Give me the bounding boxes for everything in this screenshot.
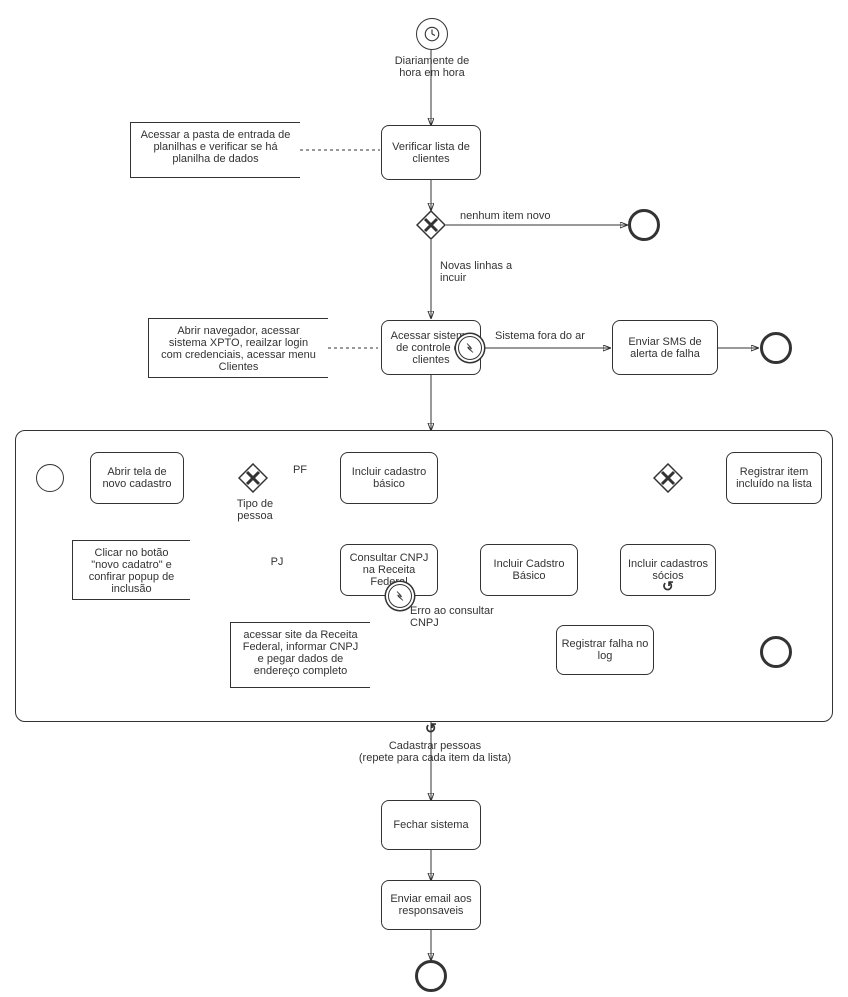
annotation-verificar: Acessar a pasta de entrada de planilhas … [130, 122, 300, 178]
end-event-2 [760, 332, 792, 364]
end-event-final [415, 960, 447, 992]
end-event-1 [628, 209, 660, 241]
label-novas-linhas: Novas linhas a incuir [440, 260, 530, 284]
boundary-event-sistema [458, 336, 482, 360]
timer-start-event [416, 18, 448, 50]
task-fechar: Fechar sistema [381, 800, 481, 850]
label-sistema-fora: Sistema fora do ar [495, 330, 585, 342]
label-tipo-pessoa: Tipo de pessoa [225, 498, 285, 522]
task-consultar: Consultar CNPJ na Receita Federal [340, 544, 438, 596]
bpmn-canvas: Diariamente de hora em hora Acessar a pa… [0, 0, 848, 997]
subprocess-label-text: Cadastrar pessoas (repete para cada item… [359, 740, 511, 764]
task-falha: Registrar falha no log [556, 625, 654, 675]
boundary-event-cnpj [388, 584, 412, 608]
annotation-acessar: Abrir navegador, acessar sistema XPTO, r… [148, 318, 328, 378]
task-abrir: Abrir tela de novo cadastro [90, 452, 184, 504]
gateway-1 [416, 210, 446, 240]
loop-icon: ↺ [662, 578, 674, 595]
task-verificar: Verificar lista de clientes [381, 125, 481, 180]
task-incluir-pf: Incluir cadastro básico [340, 452, 438, 504]
annotation-abrir: Clicar no botão "novo cadatro" e confira… [72, 540, 190, 600]
label-erro-cnpj: Erro ao consultar CNPJ [410, 605, 510, 629]
task-incluir-pj: Incluir Cadstro Básico [480, 544, 578, 596]
annotation-consultar: acessar site da Receita Federal, informa… [230, 622, 370, 688]
start-label: Diariamente de hora em hora [392, 55, 472, 79]
label-pj: PJ [262, 556, 292, 568]
subprocess-label: Cadastrar pessoas (repete para cada item… [340, 740, 530, 764]
task-sms: Enviar SMS de alerta de falha [612, 320, 718, 375]
task-registrar: Registrar item incluído na lista [726, 452, 822, 504]
sp-end-event [760, 636, 792, 668]
sp-start-event [36, 464, 64, 492]
task-email: Enviar email aos responsaveis [381, 880, 481, 930]
gateway-merge [653, 463, 683, 493]
label-pf: PF [285, 464, 315, 476]
gateway-tipo [238, 463, 268, 493]
label-nenhum-item: nenhum item novo [460, 210, 580, 222]
subprocess-loop-icon: ↺ [425, 720, 437, 737]
